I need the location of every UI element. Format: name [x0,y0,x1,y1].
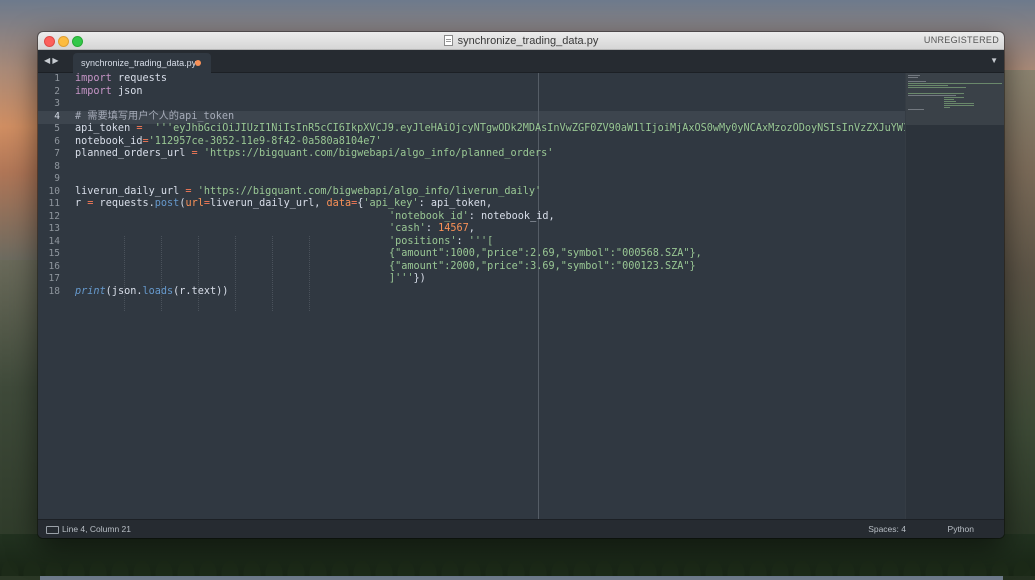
keyword-argument: data [326,198,352,209]
minimap-line [944,105,974,107]
comment: # 需要填写用户个人的api_token [75,110,235,122]
code-line-15: {"amount":1000,"price":2.69,"symbol":"00… [389,248,702,261]
function-name: loads [142,285,174,297]
operator: = [130,123,149,134]
punctuation: , [468,223,475,234]
identifier: liverun_daily_url, [210,198,327,209]
string-literal: 'https://bigquant.com/bigwebapi/algo_inf… [197,185,542,197]
code-line-1: import requests [75,73,167,86]
code-line-14: 'positions': '''[ [389,236,493,249]
minimap-line [944,97,964,99]
panel-toggle-icon[interactable] [46,526,59,534]
code-editor[interactable]: 1 2 3 4 5 6 7 8 9 10 11 12 13 14 15 16 1… [38,73,1004,520]
code-line-7: planned_orders_url = 'https://bigquant.c… [75,148,553,161]
minimap-line [944,99,954,101]
document-icon [443,35,453,46]
code-line-13: 'cash': 14567, [389,223,475,236]
identifier: requests [111,73,168,84]
keyword: import [75,73,112,84]
code-line-2: import json [75,86,142,99]
string-literal: {"amount":1000,"price":2.69,"symbol":"00… [389,248,702,259]
minimap-line [908,85,948,87]
punctuation: }) [413,273,426,284]
cursor-position: Line 4, Column 21 [62,524,131,534]
window-title: synchronize_trading_data.py [457,34,599,47]
minimap-line [944,101,956,103]
code-line-11: r = requests.post(url=liverun_daily_url,… [75,198,492,211]
tab-bar: ◀ ▶ synchronize_trading_data.py ▼ [38,50,1004,73]
code-line-12: 'notebook_id': notebook_id, [389,211,555,224]
desktop-rock-right [1003,70,1035,580]
code-line-6: notebook_id='112957ce-3052-11e9-8f42-0a5… [75,136,382,149]
code-line-4: # 需要填写用户个人的api_token [75,111,234,124]
identifier: planned_orders_url [75,148,186,159]
code-line-10: liverun_daily_url = 'https://bigquant.co… [75,186,541,199]
minimap-line [908,95,956,97]
registration-status: UNREGISTERED [923,35,999,45]
identifier: (json. [105,285,143,297]
desktop-rock-left [0,260,40,580]
tab-label: synchronize_trading_data.py [81,58,197,68]
function-name: post [154,198,180,209]
desktop-treeline [0,534,1035,576]
punctuation: : [425,223,439,234]
identifier: liverun_daily_url [75,185,180,197]
identifier: notebook_id [75,135,143,147]
punctuation: : [456,235,469,247]
identifier: (r.text)) [173,285,229,297]
string-literal: 'cash' [389,223,426,234]
minimap-line [908,87,966,89]
title-bar: synchronize_trading_data.py UNREGISTERED [38,32,1004,50]
function-name: print [75,285,106,297]
keyword: import [75,85,112,97]
string-literal: 'https://bigquant.com/bigwebapi/algo_inf… [203,148,554,159]
code-line-18: print(json.loads(r.text)) [75,286,228,299]
string-literal: '''eyJhbGciOiJIUzI1NiIsInR5cCI6IkpXVCJ9.… [148,123,906,134]
unsaved-changes-dot-icon[interactable] [195,60,201,66]
code-line-5: api_token = '''eyJhbGciOiJIUzI1NiIsInR5c… [75,123,906,136]
identifier: api_token [75,123,131,134]
window-title-group: synchronize_trading_data.py [38,32,1004,49]
string-literal: ]''' [389,273,414,284]
operator: = [185,148,204,159]
minimap-line [908,81,926,83]
string-literal: 'notebook_id' [389,210,469,222]
tab-synchronize-trading-data[interactable]: synchronize_trading_data.py [73,53,211,73]
tab-navigation-arrows-icon[interactable]: ◀ ▶ [44,50,59,72]
number-literal: 14567 [438,223,469,234]
minimap-line [908,83,1002,85]
code-line-16: {"amount":2000,"price":3.69,"symbol":"00… [389,261,696,274]
status-bar: Line 4, Column 21 Spaces: 4 Python [38,519,1004,538]
minimap-line [944,107,950,109]
identifier: requests. [93,198,155,209]
minimap-line [908,75,920,77]
editor-window: synchronize_trading_data.py UNREGISTERED… [38,32,1004,538]
minimap[interactable] [905,73,1004,520]
minimap-line [908,93,964,95]
identifier: r [75,198,88,209]
string-literal: 'positions' [389,235,457,247]
identifier: : notebook_id, [468,210,555,222]
string-literal: '''[ [468,235,494,247]
indentation-setting[interactable]: Spaces: 4 [868,520,906,538]
string-literal: {"amount":2000,"price":3.69,"symbol":"00… [389,260,696,272]
minimap-line [908,109,924,111]
keyword-argument: url [185,198,204,209]
code-text-area[interactable]: import requests import json # 需要填写用户个人的a… [38,73,906,520]
identifier: : api_token, [418,198,493,209]
string-literal: '112957ce-3052-11e9-8f42-0a580a8104e7' [148,135,382,147]
identifier: json [111,85,143,97]
minimap-line [908,77,918,79]
syntax-selector[interactable]: Python [948,520,974,538]
string-literal: 'api_key' [363,198,419,209]
operator: = [179,185,198,197]
minimap-line [944,103,974,105]
code-line-17: ]'''}) [389,273,426,286]
tab-list-dropdown-icon[interactable]: ▼ [990,50,998,72]
